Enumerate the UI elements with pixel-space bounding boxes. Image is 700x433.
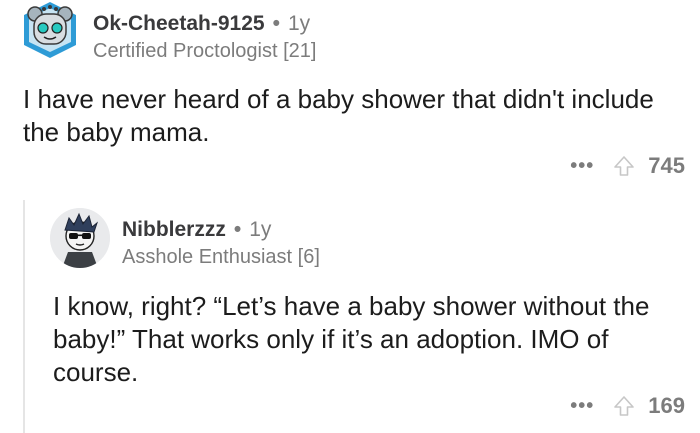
upvote-arrow-icon[interactable]	[612, 394, 636, 418]
comment-age: 1y	[287, 12, 311, 35]
comment-meta: Ok-Cheetah-9125 • 1y Certified Proctolog…	[93, 12, 316, 63]
upvote-arrow-icon[interactable]	[612, 154, 636, 178]
vote-control: 169	[612, 393, 685, 419]
username[interactable]: Ok-Cheetah-9125	[93, 12, 265, 36]
username[interactable]: Nibblerzzz	[122, 218, 226, 242]
user-flair: Certified Proctologist [21]	[93, 40, 317, 62]
user-flair: Asshole Enthusiast [6]	[122, 246, 320, 268]
comment-body: I have never heard of a baby shower that…	[23, 84, 654, 147]
separator-dot: •	[233, 218, 242, 241]
comment-meta: Nibblerzzz • 1y Asshole Enthusiast [6]	[122, 218, 320, 269]
comment-actions: ••• 745	[570, 153, 685, 179]
vote-control: 745	[612, 153, 685, 179]
more-options-button[interactable]: •••	[570, 155, 594, 178]
vote-score: 169	[648, 393, 685, 418]
comment-body: I know, right? “Let’s have a baby shower…	[53, 291, 650, 387]
comment-age: 1y	[249, 218, 272, 241]
comment-top-level: Ok-Cheetah-9125 • 1y Certified Proctolog…	[0, 0, 700, 195]
more-options-button[interactable]: •••	[570, 395, 594, 418]
vote-score: 745	[648, 153, 685, 178]
separator-dot: •	[272, 12, 280, 35]
sunglasses-snoo-avatar-icon[interactable]	[50, 208, 110, 268]
comment-actions: ••• 169	[570, 393, 685, 419]
robot-snoo-avatar-icon[interactable]	[20, 0, 80, 60]
comment-reply: Nibblerzzz • 1y Asshole Enthusiast [6] I…	[0, 195, 700, 433]
